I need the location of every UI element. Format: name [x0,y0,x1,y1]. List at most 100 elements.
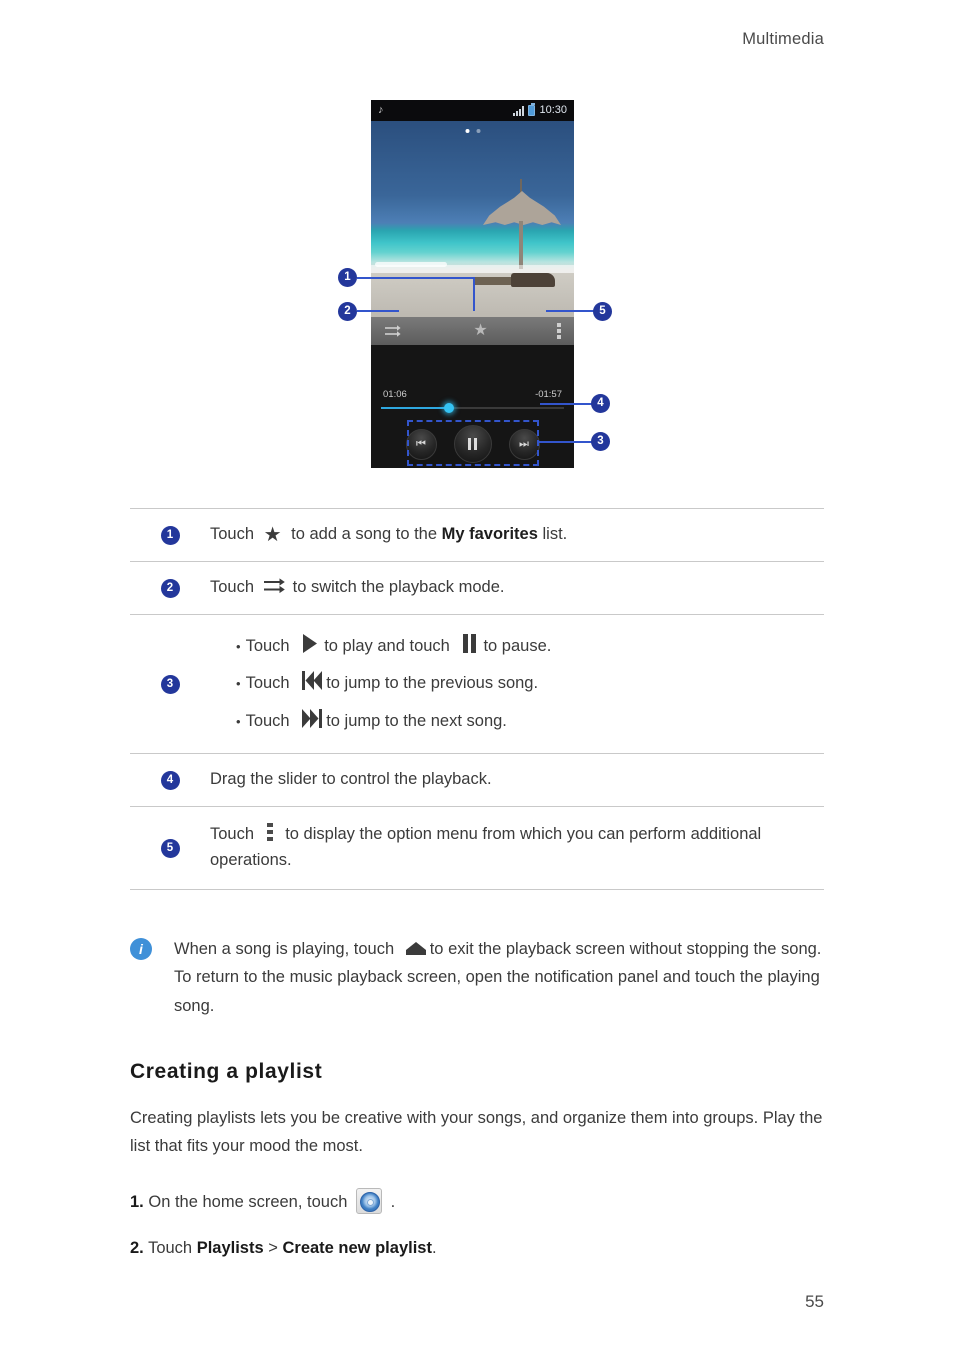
row-marker-cell: 3 [130,674,210,694]
row1-bold: My favorites [441,525,538,544]
row2-after: to switch the playback mode. [292,578,505,597]
step-2-after: . [431,1239,437,1257]
row-marker-2: 2 [160,578,180,598]
playback-mode-icon [263,577,289,594]
step-1: 1. On the home screen, touch . [130,1188,824,1215]
bullet-2: Touch to jump to the previous song. [245,671,539,697]
step-1-after: . [385,1193,396,1211]
music-note-icon: ♪ [378,104,384,116]
callout-marker-5: 5 [593,302,612,321]
table-row: 5 Touch to display the option menu from … [130,807,824,889]
step-2-before: Touch [148,1239,197,1257]
b2-before: Touch [245,674,295,693]
step-2: 2. Touch Playlists > Create new playlist… [130,1235,824,1261]
b3-after: to jump to the next song. [326,711,507,730]
home-icon [405,941,427,956]
row-body-1: Touch ★ to add a song to the My favorite… [210,522,824,548]
list-item: • Touch to jump to the next song. [236,708,820,735]
b2-after: to jump to the previous song. [326,674,539,693]
bullet-dot: • [236,713,241,729]
phone-playback-panel: 01:06 -01:57 ⏮ ⏭ [371,345,574,468]
row5-before: Touch [210,825,259,844]
phone-toolbar: ★ [371,317,574,345]
overflow-menu-icon[interactable] [557,323,561,339]
row1-before: Touch [210,525,259,544]
row1-after: list. [537,525,568,544]
leader-line-4 [540,403,592,405]
row-body-3: • Touch to play and touch to pause. • To… [210,633,824,735]
row-body-5: Touch to display the option menu from wh… [210,822,824,873]
note-text: When a song is playing, touch to exit th… [174,935,824,1020]
row-marker-5: 5 [160,838,180,858]
pause-icon [462,633,477,653]
playback-mode-icon[interactable] [384,324,404,338]
b1-after: to pause. [483,636,552,655]
row-marker-1: 1 [160,525,180,545]
favorite-star-icon[interactable]: ★ [473,323,487,339]
row2-before: Touch [210,578,259,597]
step-1-before: On the home screen, touch [148,1193,352,1211]
b1-middle: to play and touch [324,636,455,655]
music-disc-icon[interactable] [355,1188,382,1214]
page-dots [465,129,480,133]
table-row: 3 • Touch to play and touch to pause. • … [130,615,824,753]
progress-slider[interactable] [381,403,564,413]
step-1-number: 1. [130,1193,144,1211]
list-item: • Touch to jump to the previous song. [236,671,820,697]
row-text-4: Drag the slider to control the playback. [210,770,492,789]
row-text-5: Touch to display the option menu from wh… [210,823,762,869]
running-header: Multimedia [742,30,824,48]
row-body-4: Drag the slider to control the playback. [210,767,824,793]
previous-track-icon [302,671,323,691]
next-track-icon [302,708,323,728]
highlight-box-transport [407,420,539,466]
status-bar-time: 10:30 [539,104,567,116]
row5-after: to display the option menu from which yo… [210,825,762,869]
battery-icon [528,103,536,116]
table-row: 1 Touch ★ to add a song to the My favori… [130,509,824,561]
leader-line-1-h [357,277,475,279]
note-before: When a song is playing, touch [174,940,399,958]
row-text-2: Touch to switch the playback mode. [210,578,504,596]
row-marker-cell: 5 [130,838,210,858]
progress-filled [381,407,449,409]
star-icon: ★ [263,524,282,547]
surf-foam [375,262,447,267]
time-labels: 01:06 -01:57 [383,389,562,400]
bullet-3: Touch to jump to the next song. [245,708,507,735]
step-2-bold-playlists: Playlists [196,1239,264,1257]
slider-knob[interactable] [443,403,454,413]
callout-marker-3: 3 [591,432,610,451]
signal-bars-icon [513,105,525,116]
row-marker-cell: 4 [130,770,210,790]
b3-before: Touch [245,711,295,730]
table-row: 2 Touch to switch the playback mode. [130,562,824,614]
table-row: 4 Drag the slider to control the playbac… [130,754,824,806]
leader-line-1-v [473,277,475,311]
table-rule [130,889,824,890]
legend-table: 1 Touch ★ to add a song to the My favori… [130,508,824,890]
step-2-number: 2. [130,1239,144,1257]
row-marker-cell: 2 [130,578,210,598]
umbrella-tip [520,179,522,193]
section-intro: Creating playlists lets you be creative … [130,1109,823,1156]
callout-marker-4: 4 [591,394,610,413]
page-number: 55 [805,1292,824,1311]
elapsed-time: 01:06 [383,389,407,400]
beach-lounger [511,273,555,287]
umbrella-pole [519,221,523,269]
row-marker-4: 4 [160,770,180,790]
leader-line-3 [537,441,592,443]
callout-marker-2: 2 [338,302,357,321]
row-marker-cell: 1 [130,525,210,545]
list-item: • Touch to play and touch to pause. [236,633,820,660]
remaining-time: -01:57 [535,389,562,400]
row-text-1: Touch ★ to add a song to the My favorite… [210,524,568,547]
page-title: Creating a playlist [130,1060,323,1083]
row1-mid: to add a song to the [286,525,442,544]
play-icon [302,633,318,653]
bullet-dot: • [236,676,241,692]
row-body-2: Touch to switch the playback mode. [210,575,824,601]
beach-umbrella [483,191,561,225]
phone-status-bar: ♪ 10:30 [371,100,574,123]
